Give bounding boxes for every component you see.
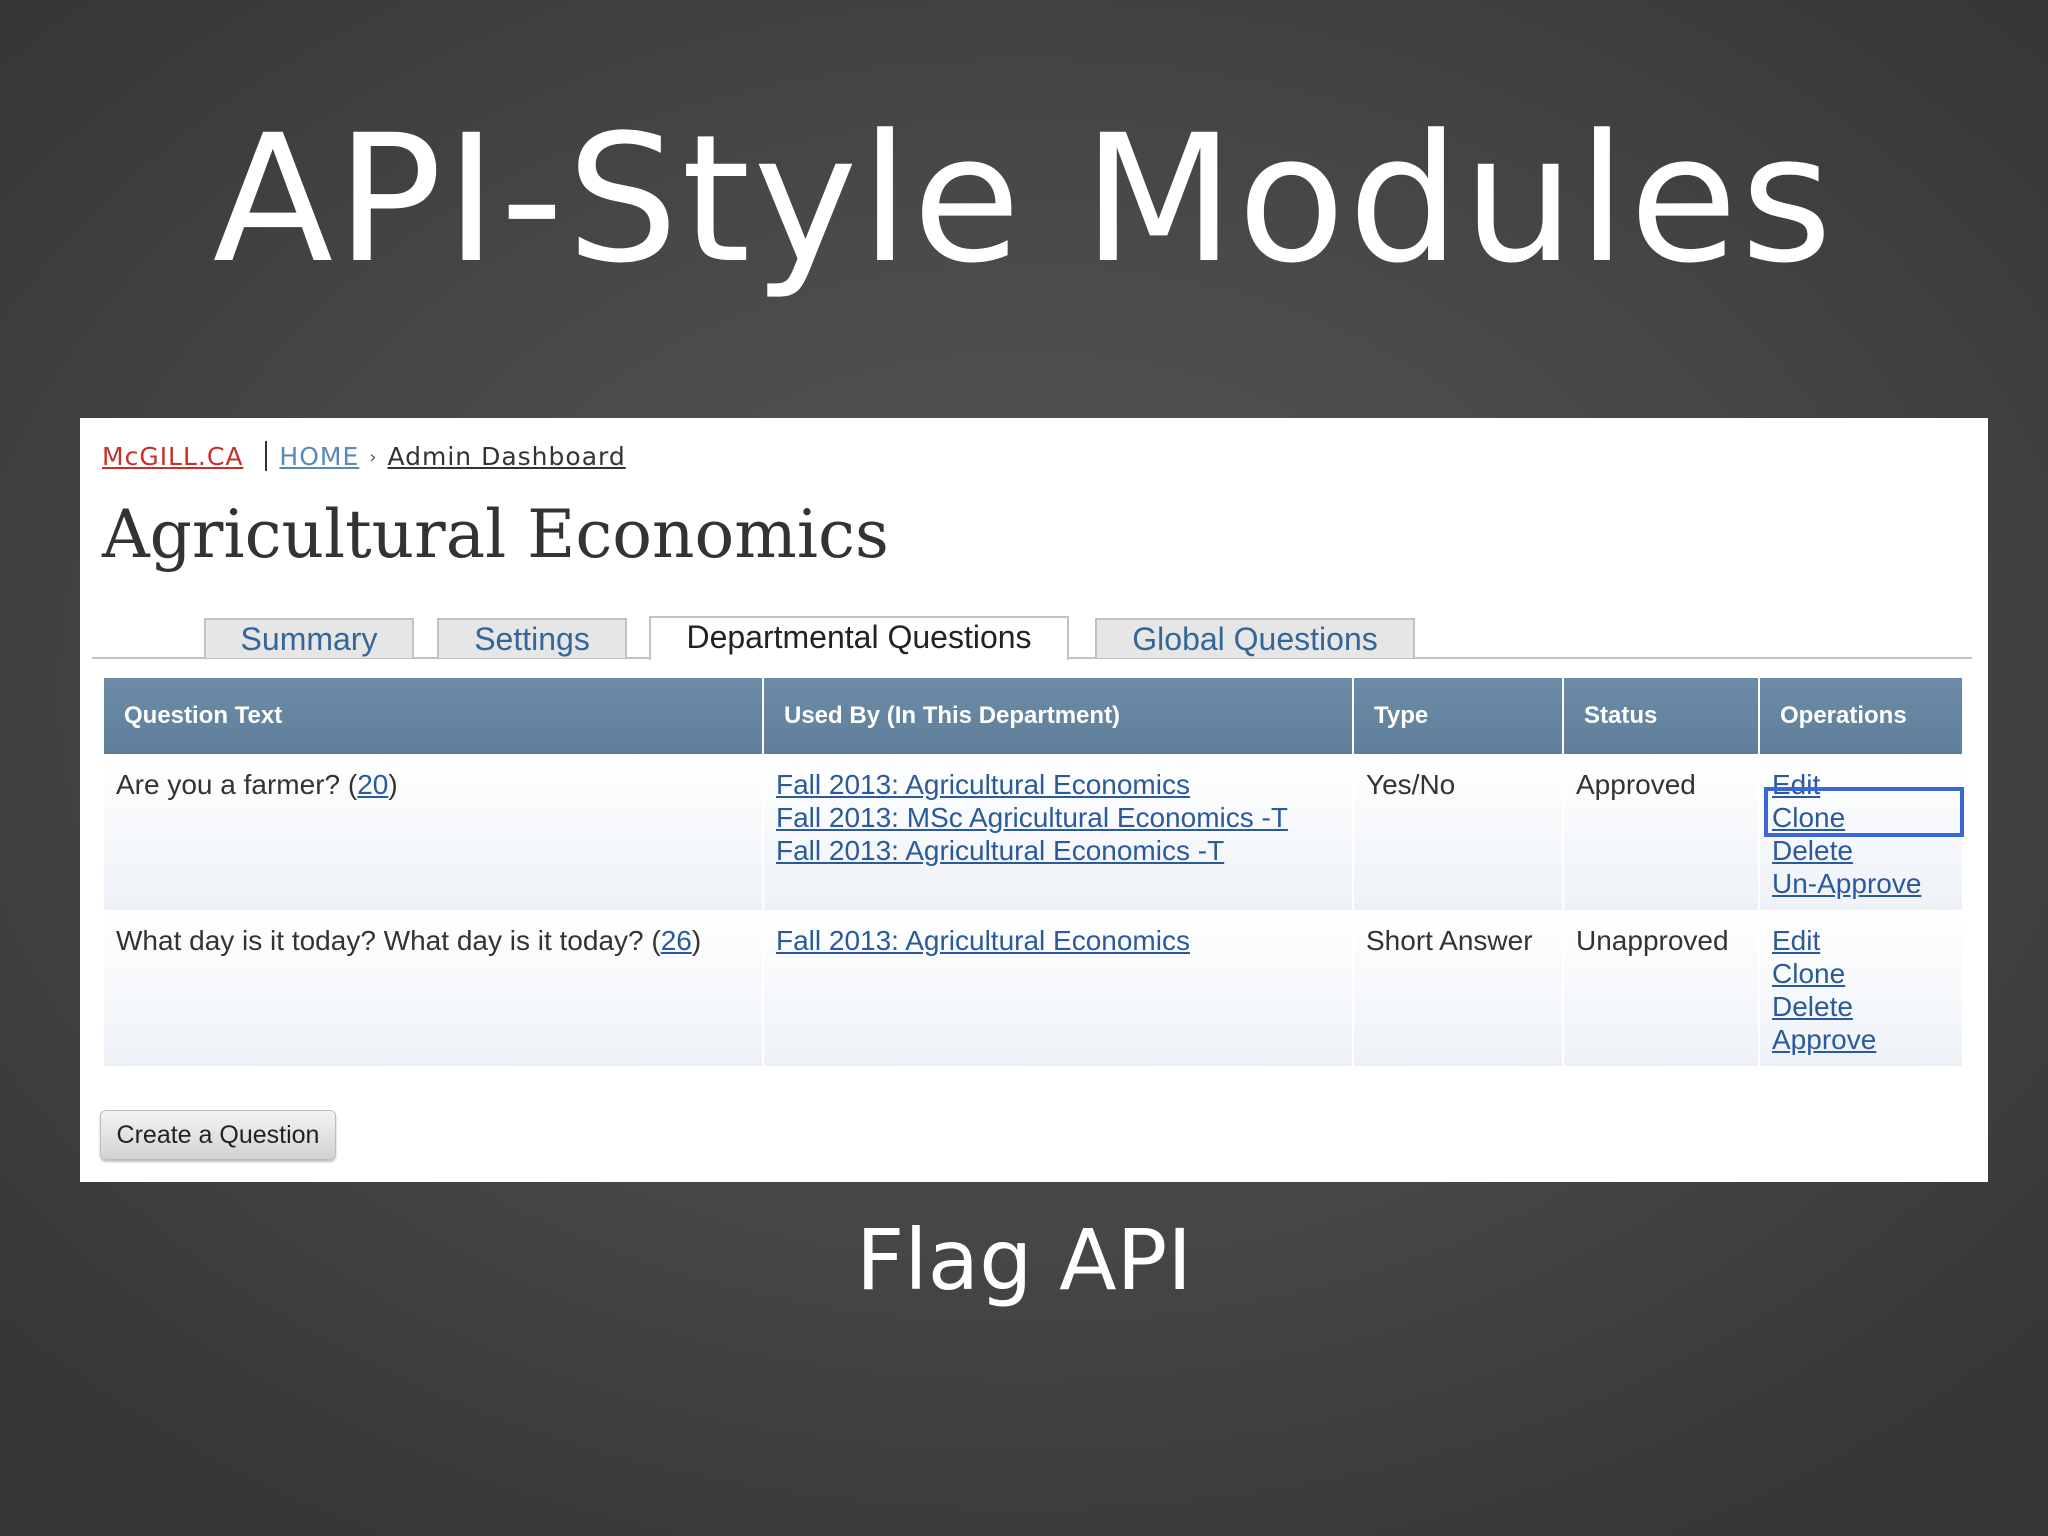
tab-settings[interactable]: Settings [437, 618, 627, 658]
un-approve-link[interactable]: Un-Approve [1772, 867, 1962, 900]
used-by-link[interactable]: Fall 2013: Agricultural Economics [776, 924, 1352, 957]
tab-global-questions[interactable]: Global Questions [1095, 618, 1415, 658]
column-header-operations: Operations [1780, 702, 1907, 729]
column-header-status: Status [1564, 678, 1760, 754]
column-header-question-text: Question Text [104, 678, 764, 754]
count-paren-close: ) [691, 925, 702, 956]
question-usage-count-link[interactable]: 20 [357, 769, 388, 800]
table-row: What day is it today? What day is it tod… [104, 912, 1962, 1066]
column-header-type: Type [1354, 678, 1564, 754]
used-by-cell: Fall 2013: Agricultural Economics [764, 912, 1354, 1066]
site-link[interactable]: McGILL.CA [102, 442, 243, 471]
edit-link[interactable]: Edit [1772, 768, 1962, 801]
operations-cell: Edit Clone Delete Approve [1760, 912, 1962, 1066]
breadcrumb: McGILL.CA HOME › Admin Dashboard [102, 440, 626, 474]
question-text-cell: What day is it today? What day is it tod… [104, 912, 764, 1066]
question-text: What day is it today? What day is it tod… [116, 925, 644, 956]
slide-title: API-Style Modules [212, 97, 1836, 302]
edit-link[interactable]: Edit [1772, 924, 1962, 957]
admin-screenshot-panel: McGILL.CA HOME › Admin Dashboard Agricultur… [80, 418, 1988, 1182]
breadcrumb-chevron-icon: › [369, 447, 378, 468]
type-cell: Yes/No [1354, 756, 1564, 910]
breadcrumb-divider [265, 441, 268, 471]
table-header-row: Question Text Used By (In This Departmen… [104, 678, 1962, 754]
count-paren-close: ) [388, 769, 398, 800]
clone-link[interactable]: Clone [1772, 957, 1962, 990]
used-by-link[interactable]: Fall 2013: Agricultural Economics -T [776, 834, 1352, 867]
slide-caption: Flag API [855, 1211, 1193, 1309]
clone-link[interactable]: Clone [1772, 801, 1962, 834]
approve-link[interactable]: Approve [1772, 1023, 1962, 1056]
question-usage-count-link[interactable]: 26 [661, 925, 692, 956]
used-by-link[interactable]: Fall 2013: Agricultural Economics [776, 768, 1352, 801]
delete-link[interactable]: Delete [1772, 834, 1962, 867]
tab-departmental-questions[interactable]: Departmental Questions [649, 616, 1069, 660]
question-text-cell: Are you a farmer? (20) [104, 756, 764, 910]
used-by-cell: Fall 2013: Agricultural Economics Fall 2… [764, 756, 1354, 910]
question-text: Are you a farmer? [116, 769, 341, 800]
create-question-button[interactable]: Create a Question [100, 1110, 336, 1160]
column-header-used-by: Used By (In This Department) [764, 678, 1354, 754]
page-title: Agricultural Economics [102, 496, 889, 573]
count-paren-open: ( [347, 769, 358, 800]
status-cell: Unapproved [1564, 912, 1760, 1066]
tab-bar: Summary Settings Departmental Questions … [92, 596, 1972, 660]
table-row: Are you a farmer? (20) Fall 2013: Agricu… [104, 756, 1962, 910]
type-cell: Short Answer [1354, 912, 1564, 1066]
used-by-link[interactable]: Fall 2013: MSc Agricultural Economics -T [776, 801, 1352, 834]
home-link[interactable]: HOME [279, 442, 359, 471]
admin-dashboard-link[interactable]: Admin Dashboard [387, 442, 625, 471]
delete-link[interactable]: Delete [1772, 990, 1962, 1023]
status-cell: Approved [1564, 756, 1760, 910]
count-paren-open: ( [651, 925, 661, 956]
operations-cell: Edit Clone Delete Un-Approve [1760, 756, 1962, 910]
tab-summary[interactable]: Summary [204, 618, 414, 658]
